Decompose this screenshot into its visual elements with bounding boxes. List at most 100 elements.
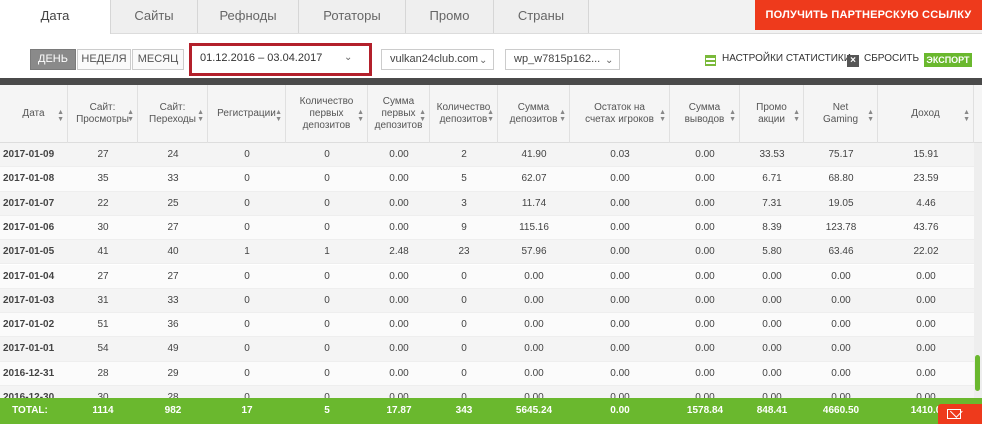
cell-first-deposits-sum: 0.00	[389, 343, 409, 355]
table-row: 2017-01-09 27 24 0 0 0.00 2 41.90 0.03 0.00 33.53 7…	[0, 143, 974, 168]
cell-net-gaming: 0.00	[831, 319, 851, 331]
column-header-label: Количество первых депозитов	[299, 96, 354, 131]
table-row: 2017-01-06 30 27 0 0 0.00 9 115.16 0.00 0.00 8.39 1…	[0, 215, 974, 241]
tab-sites[interactable]: Сайты	[111, 0, 198, 33]
total-first-deposits-count: 5	[324, 405, 330, 416]
cell-net-gaming: 0.00	[831, 392, 851, 398]
chevron-down-icon: ⌄	[605, 55, 614, 66]
column-header-label: Net Gaming	[822, 102, 858, 125]
column-header-net-gaming[interactable]: Net Gaming ▲ ▼	[804, 85, 878, 143]
column-header-first-deposits-sum[interactable]: Сумма первых депозитов ▲ ▼	[368, 85, 430, 143]
column-header-deposits-count[interactable]: Количество депозитов ▲ ▼	[430, 85, 498, 143]
cell-site-clicks: 49	[167, 343, 179, 355]
tab-date[interactable]: Дата	[0, 0, 111, 34]
column-header-withdrawals-sum[interactable]: Сумма выводов ▲ ▼	[670, 85, 740, 143]
tab-rotators[interactable]: Ротаторы	[299, 0, 406, 33]
cell-first-deposits-count: 0	[324, 149, 330, 160]
cell-registrations: 0	[244, 367, 250, 379]
column-header-player-balance[interactable]: Остаток на счетах игроков ▲ ▼	[570, 85, 670, 143]
close-icon: ×	[847, 55, 859, 67]
period-week-button[interactable]: НЕДЕЛЯ	[77, 49, 131, 70]
date-range-picker[interactable]: 01.12.2016 – 03.04.2017 ⌄	[189, 43, 372, 76]
total-promo: 848.41	[756, 405, 788, 416]
tab-refnodes[interactable]: Рефноды	[198, 0, 299, 33]
period-month-button[interactable]: МЕСЯЦ	[132, 49, 184, 70]
table-top-bar	[0, 78, 982, 85]
site-select[interactable]: vulkan24club.com ⌄	[381, 49, 494, 70]
cell-first-deposits-sum: 0.00	[389, 367, 409, 379]
cell-withdrawals-sum: 0.00	[695, 246, 715, 258]
cell-promo: 7.31	[762, 197, 782, 209]
cell-date: 2017-01-02	[3, 319, 55, 331]
cell-registrations: 0	[244, 173, 250, 185]
cell-net-gaming: 0.00	[831, 367, 851, 379]
table-row: 2017-01-01 54 49 0 0 0.00 0 0.00 0.00 0.00 0.00 0.0…	[0, 337, 974, 362]
cell-site-clicks: 33	[167, 294, 179, 306]
cell-promo: 8.39	[762, 221, 782, 233]
tab-countries[interactable]: Страны	[494, 0, 589, 33]
total-registrations: 17	[241, 405, 253, 416]
cell-date: 2016-12-30	[3, 392, 55, 398]
column-header-label: Сумма выводов	[684, 102, 725, 125]
total-player-balance: 0.00	[610, 405, 630, 416]
period-day-button[interactable]: ДЕНЬ	[30, 49, 76, 70]
column-header-site-clicks[interactable]: Сайт: Переходы ▲ ▼	[138, 85, 208, 143]
cell-site-clicks: 40	[167, 246, 179, 258]
cell-first-deposits-sum: 0.00	[389, 294, 409, 306]
cell-income: 4.46	[916, 197, 936, 209]
sort-arrows-icon: ▲ ▼	[57, 109, 64, 123]
site-select-value: vulkan24club.com	[390, 53, 479, 65]
column-header-deposits-sum[interactable]: Сумма депозитов ▲ ▼	[498, 85, 570, 143]
export-button[interactable]: ЭКСПОРТ	[924, 53, 972, 67]
column-header-date[interactable]: Дата ▲ ▼	[0, 85, 68, 143]
sort-arrows-icon: ▲ ▼	[275, 109, 282, 123]
cell-income: 0.00	[916, 319, 936, 331]
cell-promo: 0.00	[762, 270, 782, 282]
sort-arrows-icon: ▲ ▼	[729, 109, 736, 123]
column-header-income[interactable]: Доход ▲ ▼	[878, 85, 974, 143]
table-row: 2016-12-30 30 28 0 0 0.00 0 0.00 0.00 0.00 0.00 0.0…	[0, 386, 974, 398]
feedback-mail-button[interactable]	[938, 404, 982, 424]
cell-promo: 0.00	[762, 367, 782, 379]
cell-withdrawals-sum: 0.00	[695, 270, 715, 282]
table-header: Дата ▲ ▼ Сайт: Просмотры ▲ ▼ Сайт: Переходы ▲ ▼ Р…	[0, 85, 982, 143]
column-header-site-views[interactable]: Сайт: Просмотры ▲ ▼	[68, 85, 138, 143]
cell-first-deposits-count: 0	[324, 343, 330, 355]
cell-first-deposits-sum: 0.00	[389, 221, 409, 233]
cell-deposits-count: 2	[461, 149, 467, 160]
statistics-settings-link[interactable]: НАСТРОЙКИ СТАТИСТИКИ	[722, 53, 851, 64]
table-row: 2017-01-08 35 33 0 0 0.00 5 62.07 0.00 0.00 6.71 68…	[0, 167, 974, 192]
cell-withdrawals-sum: 0.00	[695, 392, 715, 398]
cell-site-views: 22	[97, 197, 109, 209]
cell-deposits-sum: 41.90	[521, 149, 547, 160]
scrollbar-thumb[interactable]	[975, 355, 980, 391]
column-header-promo[interactable]: Промо акции ▲ ▼	[740, 85, 804, 143]
cell-player-balance: 0.00	[610, 367, 630, 379]
table-row: 2017-01-04 27 27 0 0 0.00 0 0.00 0.00 0.00 0.00 0.0…	[0, 264, 974, 289]
cell-player-balance: 0.00	[610, 221, 630, 233]
cell-date: 2016-12-31	[3, 367, 55, 379]
cell-site-clicks: 25	[167, 197, 179, 209]
reset-link[interactable]: СБРОСИТЬ	[864, 53, 919, 64]
mail-icon	[947, 409, 961, 419]
cell-site-clicks: 29	[167, 367, 179, 379]
cell-withdrawals-sum: 0.00	[695, 294, 715, 306]
cell-player-balance: 0.00	[610, 319, 630, 331]
column-header-first-deposits-count[interactable]: Количество первых депозитов ▲ ▼	[286, 85, 368, 143]
sub-select[interactable]: wp_w7815p162... ⌄	[505, 49, 620, 70]
get-partner-link-button[interactable]: ПОЛУЧИТЬ ПАРТНЕРСКУЮ ССЫЛКУ	[755, 0, 982, 30]
cell-site-clicks: 28	[167, 392, 179, 398]
cell-promo: 5.80	[762, 246, 782, 258]
filter-bar: ДЕНЬ НЕДЕЛЯ МЕСЯЦ 01.12.2016 – 03.04.201…	[0, 34, 982, 78]
cell-deposits-count: 3	[461, 197, 467, 209]
cell-site-clicks: 36	[167, 319, 179, 331]
cell-first-deposits-sum: 0.00	[389, 392, 409, 398]
tab-promo[interactable]: Промо	[406, 0, 494, 33]
cell-player-balance: 0.00	[610, 294, 630, 306]
cell-withdrawals-sum: 0.00	[695, 367, 715, 379]
total-net-gaming: 4660.50	[822, 405, 860, 416]
cell-net-gaming: 0.00	[831, 294, 851, 306]
column-header-registrations[interactable]: Регистрации ▲ ▼	[208, 85, 286, 143]
cell-withdrawals-sum: 0.00	[695, 197, 715, 209]
cell-deposits-sum: 57.96	[521, 246, 547, 258]
